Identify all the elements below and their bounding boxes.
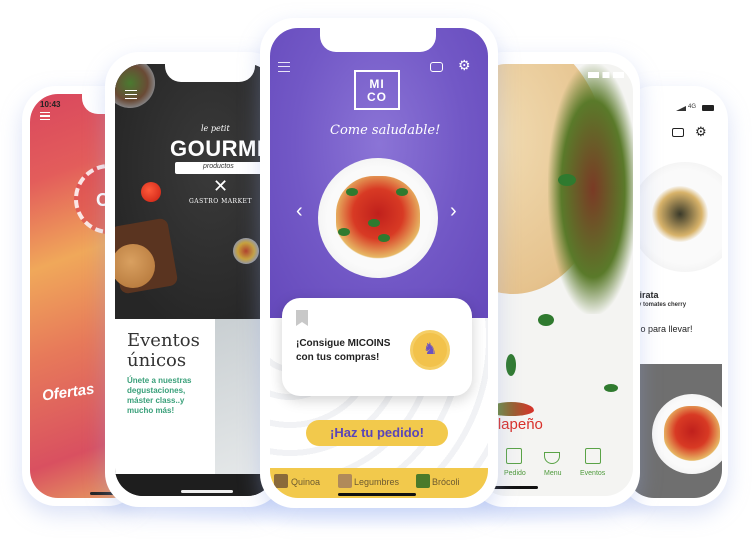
category-brocoli[interactable]: Brócoli <box>432 477 460 487</box>
network-label: 4G <box>688 104 697 110</box>
basil-leaf <box>338 228 350 236</box>
legumbres-thumb <box>338 474 352 488</box>
mico-screen: ⚙ MI CO Come saludable! ‹ › ¡Consigue MI… <box>270 28 488 498</box>
home-indicator <box>181 490 233 493</box>
status-time: 10:43 <box>40 100 61 109</box>
tab-menu[interactable]: Menu <box>544 470 562 477</box>
logo-sub-text: GASTRO MARKET <box>189 198 252 205</box>
basil-leaf <box>378 234 390 242</box>
card-text-2: con tus compras! <box>296 352 380 363</box>
category-legumbres[interactable]: Legumbres <box>354 477 399 487</box>
logo-line-2: CO <box>367 90 387 104</box>
spaghetti-image <box>664 406 720 462</box>
basil-leaf <box>368 219 380 227</box>
phone-mico: ⚙ MI CO Come saludable! ‹ › ¡Consigue MI… <box>260 18 498 508</box>
quinoa-thumb <box>274 474 288 488</box>
app-showcase: 10:43 OI Ofertas le petit GOURMET produc… <box>0 0 756 543</box>
gear-icon[interactable]: ⚙ <box>458 57 471 74</box>
calendar-icon[interactable] <box>585 448 601 464</box>
battery-icon <box>702 105 714 111</box>
events-title-1: Eventos <box>127 330 200 351</box>
food-bowl-icon[interactable] <box>544 452 560 464</box>
shopping-bag-icon[interactable] <box>506 448 522 464</box>
cilantro-image <box>506 354 516 376</box>
menu-icon[interactable] <box>40 112 50 120</box>
notch <box>165 64 255 82</box>
category-quinoa[interactable]: Quinoa <box>291 477 320 487</box>
basil-leaf <box>396 188 408 196</box>
micoin-icon: ♞ <box>410 330 450 370</box>
veggie-bowl-image <box>233 238 259 264</box>
menu-icon[interactable] <box>125 90 137 99</box>
events-desc-2: degustaciones, <box>127 386 186 395</box>
inbox-icon[interactable] <box>672 128 684 137</box>
tomato-image <box>141 182 161 202</box>
chevron-right-icon[interactable]: › <box>450 200 457 223</box>
order-button[interactable]: ¡Haz tu pedido! <box>306 420 448 446</box>
chevron-left-icon[interactable]: ‹ <box>296 200 303 223</box>
cutlery-cross-icon: ✕ <box>213 176 229 196</box>
cilantro-image <box>538 314 554 326</box>
logo-ribbon-text: productos <box>203 163 234 170</box>
status-icons <box>588 72 624 78</box>
cilantro-image <box>558 174 576 186</box>
seafood-pasta-image <box>652 186 708 242</box>
bookmark-icon <box>296 310 308 326</box>
micoins-card[interactable]: ¡Consigue MICOINS con tus compras! ♞ <box>282 298 472 396</box>
phone-gourmet: le petit GOURMET productos ✕ GASTRO MARK… <box>105 52 283 507</box>
monkey-icon: ♞ <box>423 341 438 358</box>
mico-logo: MI CO <box>354 70 400 110</box>
brocoli-thumb <box>416 474 430 488</box>
cilantro-image <box>604 384 618 392</box>
events-desc-1: Únete a nuestras <box>127 376 192 385</box>
taco-filling-image <box>548 64 633 314</box>
ofertas-label[interactable]: Ofertas <box>41 380 95 404</box>
home-indicator <box>338 493 416 496</box>
gourmet-screen: le petit GOURMET productos ✕ GASTRO MARK… <box>115 64 275 496</box>
tagline: Come saludable! <box>330 123 441 138</box>
notch <box>320 28 436 52</box>
gear-icon[interactable]: ⚙ <box>695 124 707 140</box>
signal-icon <box>676 106 686 111</box>
jalapeno-screen: Jalapeño Pedido Menu Eventos <box>478 64 633 496</box>
logo-small-text: le petit <box>201 124 230 133</box>
menu-icon[interactable] <box>278 62 290 72</box>
category-bar: Quinoa Legumbres Brócoli <box>270 468 488 498</box>
tab-eventos[interactable]: Eventos <box>580 470 605 477</box>
events-title-2: únicos <box>127 350 187 371</box>
tab-pedido[interactable]: Pedido <box>504 470 526 477</box>
card-text-1: ¡Consigue MICOINS <box>296 338 391 349</box>
inbox-icon[interactable] <box>430 62 443 72</box>
events-desc-3: máster class..y <box>127 396 185 405</box>
events-desc-4: mucho más! <box>127 406 175 415</box>
pirata-screen: 4G ⚙ s Pirata bas y tomates cherry ídelo… <box>626 94 722 498</box>
basil-leaf <box>346 188 358 196</box>
